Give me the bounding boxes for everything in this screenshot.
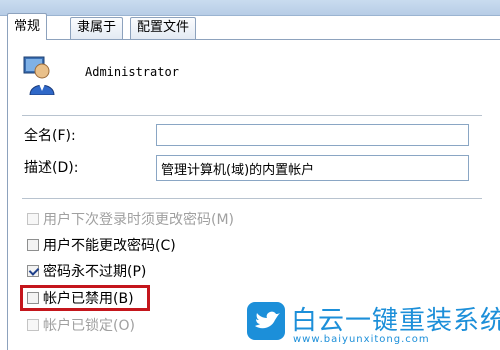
option-must-change-password[interactable]: 用户下次登录时须更改密码(M)	[27, 210, 234, 228]
description-label: 描述(D):	[24, 160, 79, 176]
watermark-url: www.baiyunxitong.com	[293, 334, 430, 345]
tab-member-of[interactable]: 隶属于	[70, 17, 124, 39]
option-account-locked[interactable]: 帐户已锁定(O)	[27, 316, 135, 334]
watermark: 白云一键重装系统 www.baiyunxitong.com	[247, 302, 500, 348]
option-label: 用户下次登录时须更改密码(M)	[43, 212, 235, 228]
option-password-never-expires[interactable]: 密码永不过期(P)	[27, 262, 146, 280]
description-input[interactable]: 管理计算机(域)的内置帐户	[156, 155, 469, 181]
section-divider	[22, 198, 482, 199]
section-divider	[22, 115, 482, 116]
red-highlight-box	[20, 285, 150, 311]
checkbox[interactable]	[27, 319, 39, 331]
checkbox[interactable]	[27, 239, 39, 251]
checkbox[interactable]	[27, 213, 39, 225]
user-account-icon	[23, 56, 55, 95]
tab-general[interactable]: 常规	[7, 13, 48, 40]
option-label: 密码永不过期(P)	[43, 264, 147, 280]
user-name: Administrator	[85, 65, 179, 79]
window-titlebar-strip	[0, 0, 500, 16]
option-label: 用户不能更改密码(C)	[43, 238, 176, 254]
watermark-title: 白云一键重装系统	[291, 306, 500, 336]
tab-profile[interactable]: 配置文件	[130, 17, 197, 39]
twitter-bird-icon	[247, 302, 285, 340]
option-label: 帐户已锁定(O)	[43, 318, 135, 334]
checkbox-checked[interactable]	[27, 265, 39, 277]
option-cannot-change-password[interactable]: 用户不能更改密码(C)	[27, 236, 176, 254]
fullname-label: 全名(F):	[24, 128, 76, 144]
fullname-input[interactable]	[156, 124, 469, 146]
